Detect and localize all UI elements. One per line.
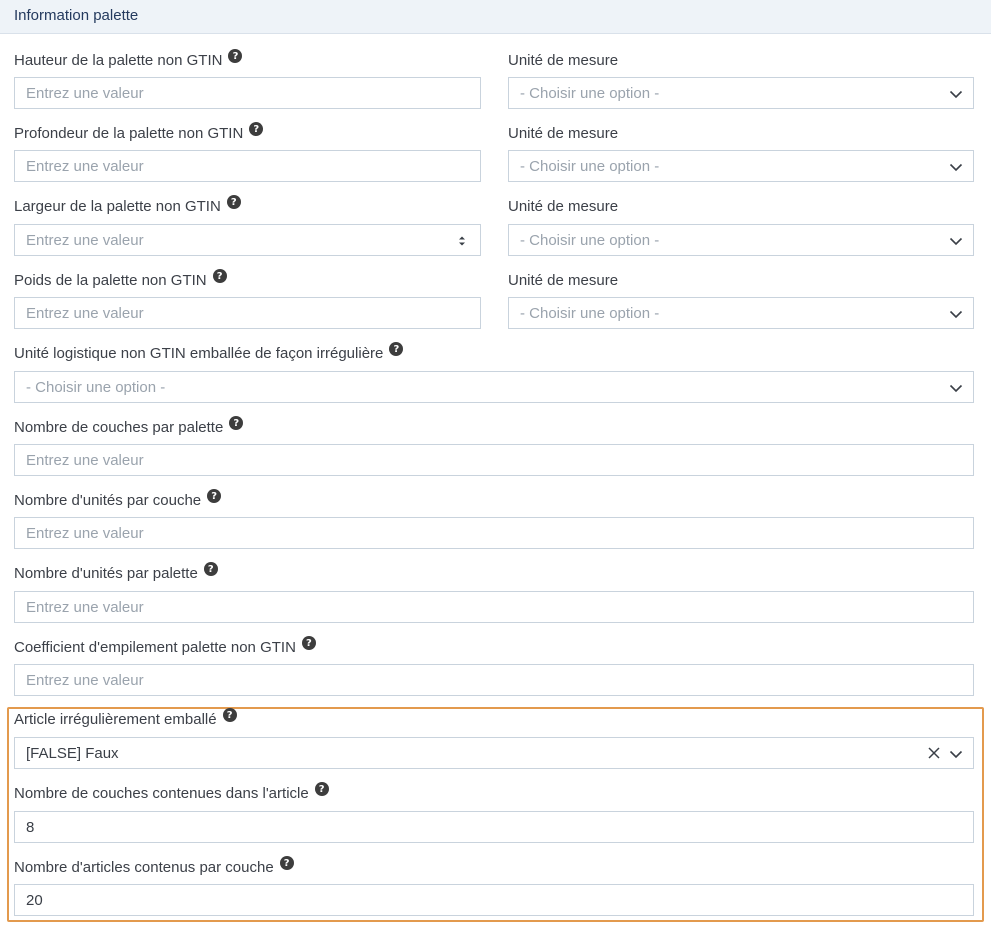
help-icon[interactable]: ?	[207, 489, 222, 503]
section-title: Information palette	[14, 7, 139, 24]
largeur-unit-select[interactable]: - Choisir une option -	[508, 224, 974, 256]
profondeur-label: Profondeur de la palette non GTIN?	[14, 122, 264, 143]
articles-couche-label: Nombre d'articles contenus par couche?	[14, 856, 294, 877]
hauteur-label: Hauteur de la palette non GTIN?	[14, 49, 243, 70]
help-icon[interactable]: ?	[314, 782, 329, 796]
chevron-down-icon	[949, 163, 963, 172]
profondeur-unit-select[interactable]: - Choisir une option -	[508, 150, 974, 182]
couches-article-label: Nombre de couches contenues dans l'artic…	[14, 782, 329, 803]
articles-couche-input[interactable]: 20	[14, 884, 974, 916]
help-icon[interactable]: ?	[228, 49, 243, 63]
unite-logistique-select[interactable]: - Choisir une option -	[14, 371, 974, 403]
chevron-down-icon	[949, 90, 963, 99]
unites-palette-input[interactable]: Entrez une valeur	[14, 591, 974, 623]
unite-logistique-label: Unité logistique non GTIN emballée de fa…	[14, 342, 404, 363]
couches-palette-input[interactable]: Entrez une valeur	[14, 444, 974, 476]
help-icon[interactable]: ?	[249, 122, 264, 136]
hauteur-input[interactable]: Entrez une valeur	[14, 77, 481, 109]
poids-unit-label: Unité de mesure	[508, 271, 619, 289]
poids-unit-select[interactable]: - Choisir une option -	[508, 297, 974, 329]
section-header: Information palette	[0, 0, 991, 34]
chevron-down-icon	[949, 750, 963, 759]
unites-couche-input[interactable]: Entrez une valeur	[14, 517, 974, 549]
help-icon[interactable]: ?	[301, 636, 316, 650]
largeur-label: Largeur de la palette non GTIN?	[14, 195, 241, 216]
largeur-input[interactable]: Entrez une valeur	[14, 224, 481, 256]
chevron-down-icon	[949, 384, 963, 393]
help-icon[interactable]: ?	[279, 856, 294, 870]
coefficient-input[interactable]: Entrez une valeur	[14, 664, 974, 696]
help-icon[interactable]: ?	[212, 269, 227, 283]
number-spinner-icon[interactable]	[457, 234, 467, 248]
unites-palette-label: Nombre d'unités par palette?	[14, 562, 218, 583]
hauteur-unit-label: Unité de mesure	[508, 51, 619, 69]
help-icon[interactable]: ?	[222, 708, 237, 722]
profondeur-unit-label: Unité de mesure	[508, 124, 619, 142]
article-irregulier-label: Article irrégulièrement emballé?	[14, 708, 237, 729]
chevron-down-icon	[949, 310, 963, 319]
couches-palette-label: Nombre de couches par palette?	[14, 416, 244, 437]
chevron-down-icon	[949, 237, 963, 246]
clear-icon[interactable]	[927, 746, 941, 760]
poids-input[interactable]: Entrez une valeur	[14, 297, 481, 329]
poids-label: Poids de la palette non GTIN?	[14, 269, 227, 290]
help-icon[interactable]: ?	[226, 195, 241, 209]
help-icon[interactable]: ?	[229, 416, 244, 430]
couches-article-input[interactable]: 8	[14, 811, 974, 843]
profondeur-input[interactable]: Entrez une valeur	[14, 150, 481, 182]
coefficient-label: Coefficient d'empilement palette non GTI…	[14, 636, 316, 657]
largeur-unit-label: Unité de mesure	[508, 197, 619, 215]
help-icon[interactable]: ?	[203, 562, 218, 576]
hauteur-unit-select[interactable]: - Choisir une option -	[508, 77, 974, 109]
unites-couche-label: Nombre d'unités par couche?	[14, 489, 222, 510]
article-irregulier-select[interactable]: [FALSE] Faux	[14, 737, 974, 769]
help-icon[interactable]: ?	[389, 342, 404, 356]
